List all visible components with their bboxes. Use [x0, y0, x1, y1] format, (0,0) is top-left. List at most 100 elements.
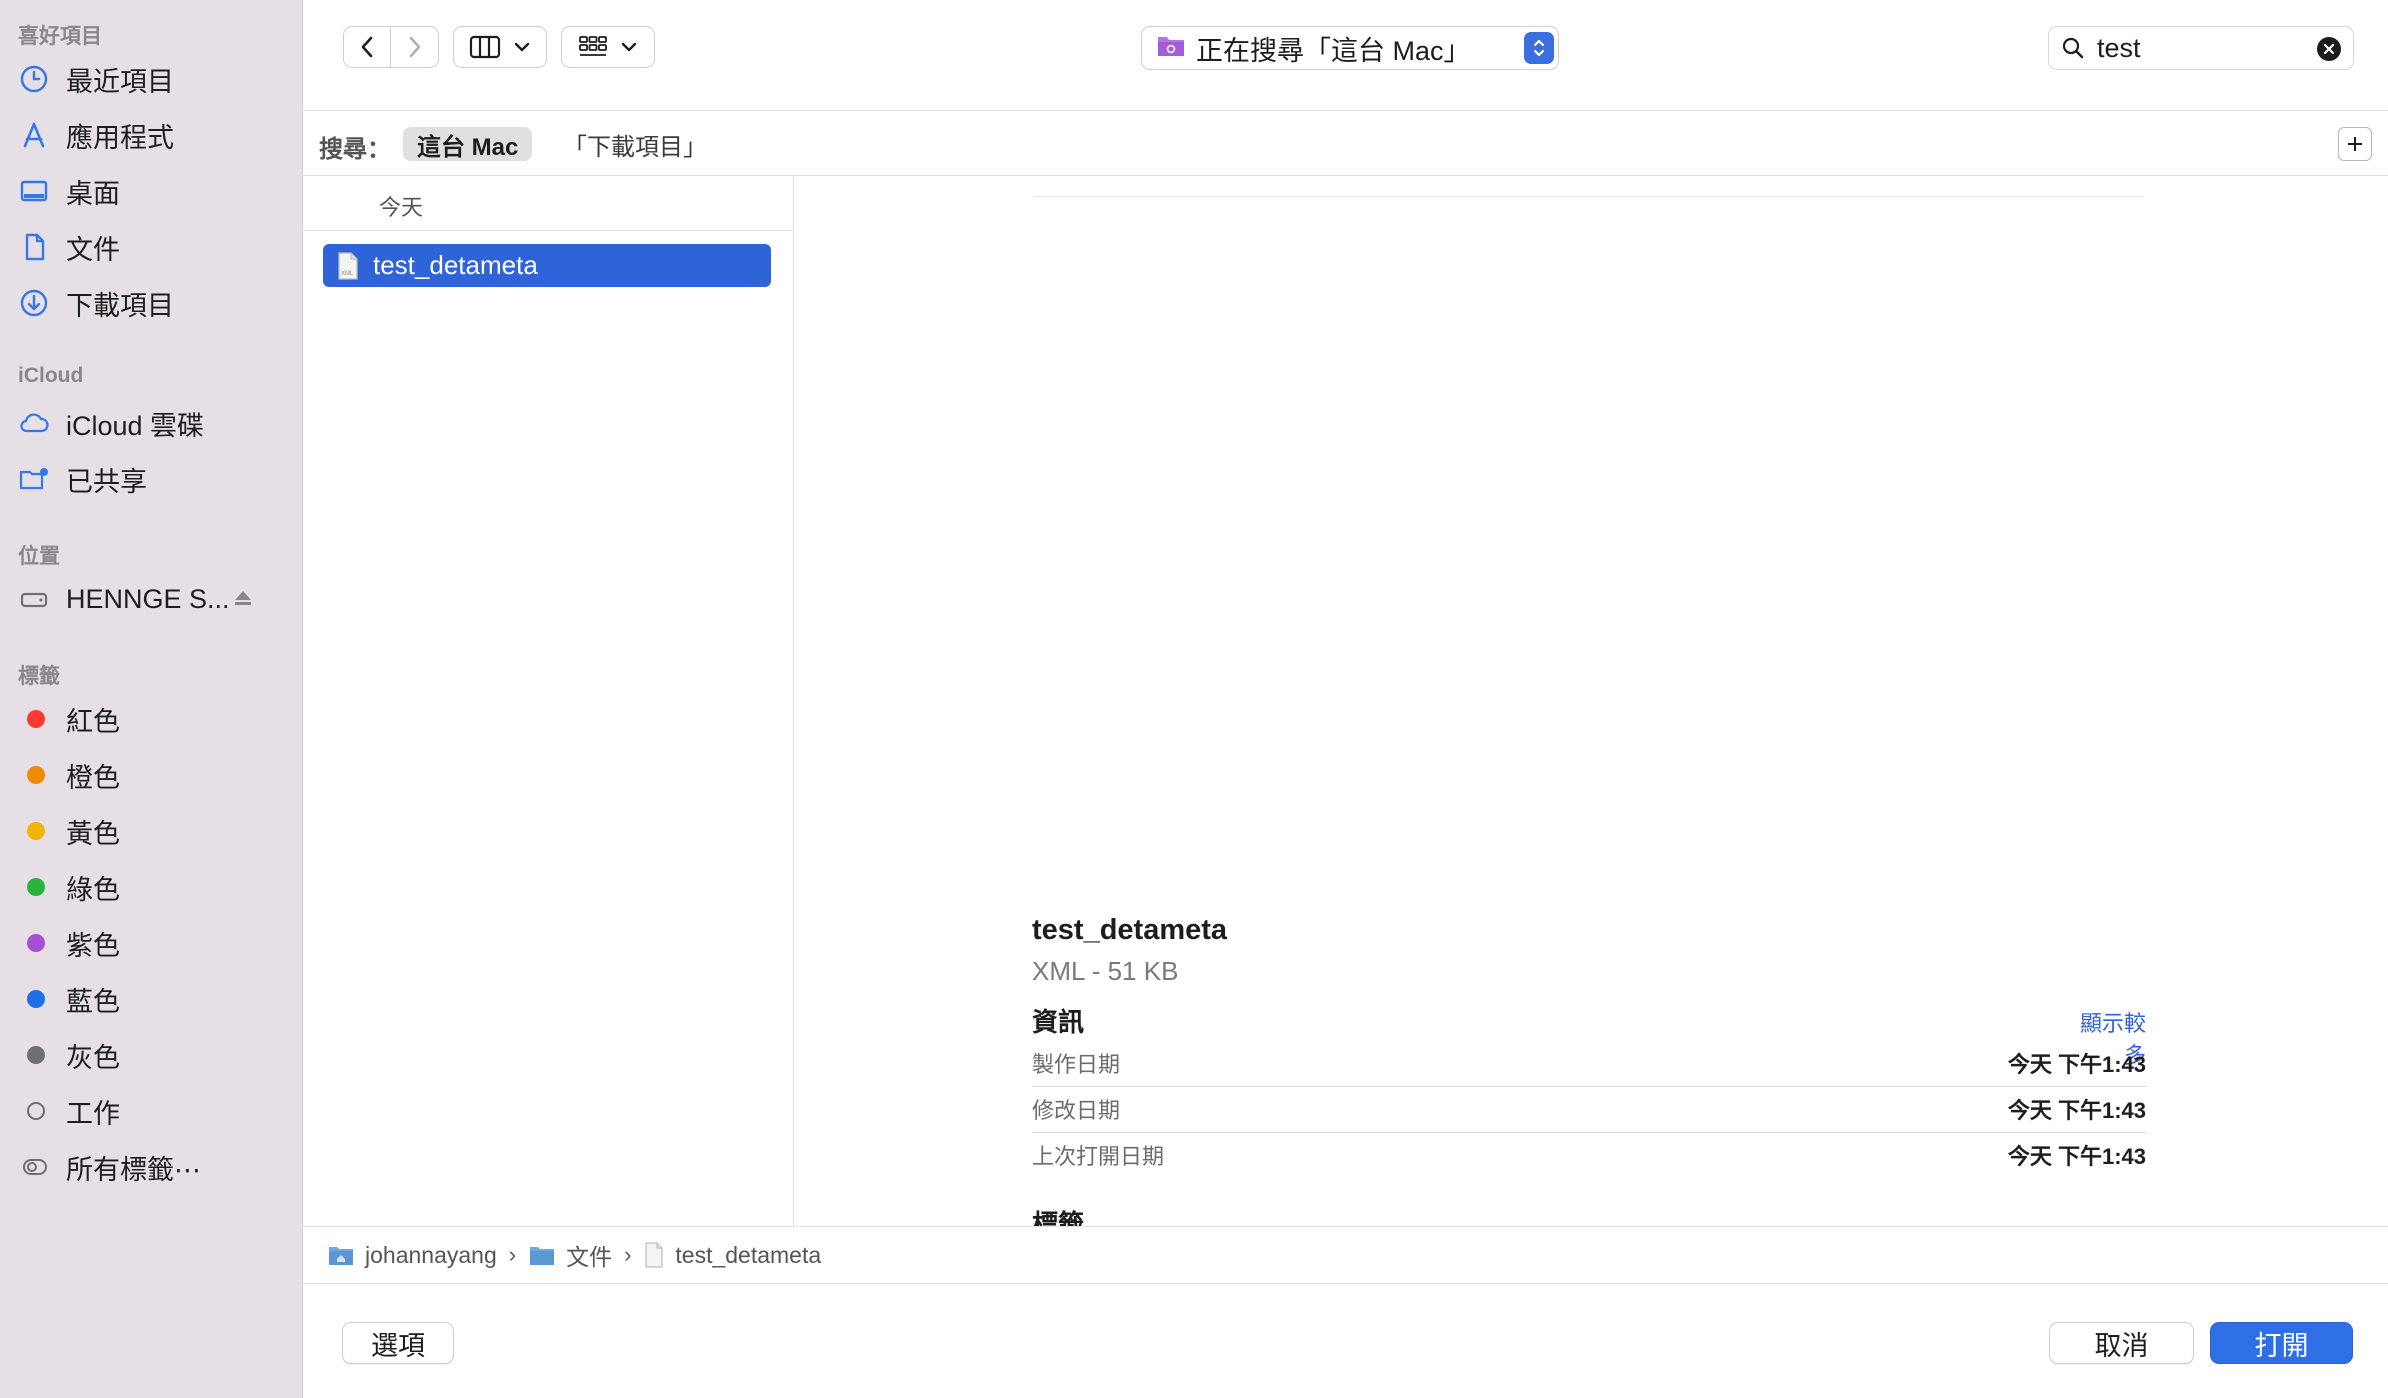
sidebar-tag-item[interactable]: 灰色: [18, 1032, 288, 1078]
smart-folder-icon: [1156, 32, 1186, 65]
plus-icon: [2348, 137, 2362, 151]
sidebar-item-applications[interactable]: 應用程式: [18, 112, 288, 158]
info-value: 今天 下午1:43: [2007, 1098, 2146, 1123]
sidebar-item-label: 已共享: [66, 466, 147, 497]
path-crumb-documents[interactable]: 文件: [528, 1238, 612, 1272]
info-value: 今天 下午1:43: [2007, 1052, 2146, 1077]
sidebar-item-label: 綠色: [66, 874, 120, 905]
search-icon: [2061, 36, 2085, 60]
scope-downloads[interactable]: 「下載項目」: [549, 127, 721, 161]
apps-icon: [18, 115, 58, 155]
sidebar-item-documents[interactable]: 文件: [18, 224, 288, 270]
chevron-down-icon: [514, 42, 530, 52]
add-criteria-button[interactable]: [2338, 127, 2372, 161]
info-row-modified: 修改日期 今天 下午1:43: [1032, 1086, 2146, 1133]
sidebar-item-label: 應用程式: [66, 122, 174, 153]
sidebar-item-label: 黃色: [66, 818, 120, 849]
chevron-right-icon: ›: [624, 1242, 632, 1267]
tag-color-dot-icon: [18, 867, 58, 907]
path-crumb-file[interactable]: test_detameta: [643, 1242, 821, 1269]
document-icon: [18, 227, 58, 267]
info-row-created: 製作日期 今天 下午1:43: [1032, 1040, 2146, 1087]
info-value: 今天 下午1:43: [2007, 1144, 2146, 1169]
preview-file-name: test_detameta: [1032, 914, 1228, 946]
tag-color-dot-icon: [18, 811, 58, 851]
tag-color-dot-icon: [18, 755, 58, 795]
sidebar-item-desktop[interactable]: 桌面: [18, 168, 288, 214]
file-name: test_detameta: [373, 250, 538, 280]
chevron-right-icon: [409, 36, 420, 58]
path-bar: johannayang › 文件 › test_detameta: [303, 1226, 2388, 1284]
xml-file-icon: [645, 1242, 663, 1268]
location-popup[interactable]: 正在搜尋「這台 Mac」: [1141, 26, 1559, 70]
sidebar-item-label: 最近項目: [66, 66, 174, 97]
info-key: 製作日期: [1032, 1052, 1121, 1077]
search-input[interactable]: [2095, 31, 2299, 65]
scope-label: 搜尋：: [319, 136, 391, 163]
options-button[interactable]: 選項: [342, 1322, 454, 1364]
tag-color-dot-icon: [18, 979, 58, 1019]
sidebar-item-label: HENNGE S...: [66, 583, 230, 614]
sidebar-tag-item[interactable]: 綠色: [18, 864, 288, 910]
shared-folder-icon: [18, 459, 58, 499]
sidebar-tag-item[interactable]: 紅色: [18, 696, 288, 742]
sidebar-section-tags: 標籤: [18, 665, 60, 688]
desktop-icon: [18, 171, 58, 211]
scope-this-mac[interactable]: 這台 Mac: [403, 127, 533, 161]
view-mode-button[interactable]: [453, 26, 547, 68]
file-row-selected[interactable]: XML test_detameta: [323, 244, 771, 287]
sidebar-tag-item[interactable]: 工作: [18, 1088, 288, 1134]
tags-heading: 標籤: [1032, 1209, 1085, 1226]
group-header-label: 今天: [379, 195, 424, 220]
tag-empty-circle-icon: [18, 1091, 58, 1131]
sidebar-item-downloads[interactable]: 下載項目: [18, 280, 288, 326]
sidebar-item-label: 紅色: [66, 706, 120, 737]
sidebar: 喜好項目 最近項目 應用程式 桌面 文件 下載項目 iCloud iCloud …: [0, 0, 303, 1398]
sidebar-tag-item[interactable]: 紫色: [18, 920, 288, 966]
sidebar-item-recents[interactable]: 最近項目: [18, 56, 288, 102]
download-icon: [18, 283, 58, 323]
cloud-icon: [18, 403, 58, 443]
info-key: 上次打開日期: [1032, 1144, 1165, 1169]
home-folder-icon: [329, 1247, 353, 1265]
sidebar-item-label: 灰色: [66, 1042, 120, 1073]
open-button[interactable]: 打開: [2210, 1322, 2353, 1364]
tag-color-dot-icon: [18, 699, 58, 739]
info-key: 修改日期: [1032, 1098, 1121, 1123]
eject-icon[interactable]: [232, 584, 254, 615]
sidebar-item-label: 桌面: [66, 178, 120, 209]
back-button[interactable]: [343, 26, 391, 68]
sidebar-tag-item[interactable]: 藍色: [18, 976, 288, 1022]
grid-icon: [579, 36, 607, 56]
clear-search-icon[interactable]: [2317, 37, 2341, 61]
results-column: 今天 XML test_detameta: [303, 176, 794, 1226]
sidebar-tag-item[interactable]: 黃色: [18, 808, 288, 854]
preview-divider: [1034, 196, 2144, 197]
search-scope-bar: 搜尋： 這台 Mac 「下載項目」: [303, 111, 2388, 176]
sidebar-item-label: 紫色: [66, 930, 120, 961]
group-button[interactable]: [561, 26, 655, 68]
forward-button[interactable]: [391, 26, 439, 68]
clock-icon: [18, 59, 58, 99]
cancel-button[interactable]: 取消: [2049, 1322, 2194, 1364]
sidebar-item-label: 橙色: [66, 762, 120, 793]
search-field[interactable]: [2048, 26, 2354, 70]
sidebar-section-icloud: iCloud: [18, 364, 84, 387]
info-heading: 資訊: [1032, 1007, 1085, 1037]
group-header: 今天: [303, 176, 793, 231]
chevron-left-icon: [361, 36, 373, 58]
sidebar-item-icloud-drive[interactable]: iCloud 雲碟: [18, 400, 288, 446]
sidebar-item-label: 文件: [66, 234, 120, 265]
drive-icon: [18, 579, 58, 619]
sidebar-item-drive[interactable]: HENNGE S...: [18, 576, 288, 622]
path-crumb-home[interactable]: johannayang: [327, 1242, 497, 1269]
sidebar-item-label: iCloud 雲碟: [66, 410, 205, 441]
sidebar-tag-item[interactable]: 橙色: [18, 752, 288, 798]
info-row-last-opened: 上次打開日期 今天 下午1:43: [1032, 1132, 2146, 1178]
sidebar-item-label: 所有標籤⋯: [66, 1154, 201, 1185]
xml-file-icon: XML: [337, 251, 359, 280]
sidebar-item-shared[interactable]: 已共享: [18, 456, 288, 502]
sidebar-tag-item[interactable]: 所有標籤⋯: [18, 1144, 288, 1190]
path-crumb-label: johannayang: [365, 1241, 497, 1268]
path-crumb-label: test_detameta: [675, 1241, 822, 1268]
